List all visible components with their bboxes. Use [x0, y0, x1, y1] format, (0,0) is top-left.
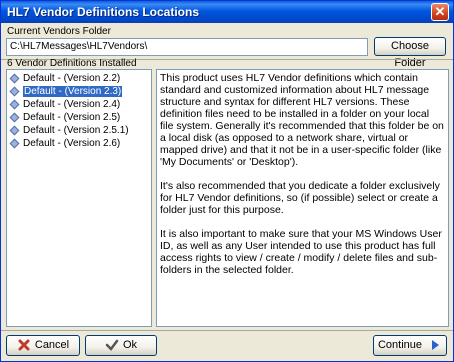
- red-x-icon: [18, 339, 30, 351]
- title-bar: HL7 Vendor Definitions Locations ✕: [1, 1, 453, 23]
- info-paragraph: It is also important to make sure that y…: [160, 228, 442, 276]
- list-item[interactable]: Default - (Version 2.4): [7, 98, 151, 111]
- check-icon: [105, 339, 119, 351]
- list-item[interactable]: Default - (Version 2.3): [7, 85, 151, 98]
- window-title: HL7 Vendor Definitions Locations: [7, 5, 200, 19]
- dialog-window: HL7 Vendor Definitions Locations ✕ Curre…: [0, 0, 454, 362]
- diamond-icon: [9, 138, 20, 149]
- close-icon: ✕: [434, 4, 446, 19]
- diamond-icon: [9, 112, 20, 123]
- folder-path-field[interactable]: C:\HL7Messages\HL7Vendors\: [6, 38, 368, 56]
- blue-arrow-right-icon: [432, 340, 440, 351]
- diamond-icon: [9, 125, 20, 136]
- list-item[interactable]: Default - (Version 2.5): [7, 111, 151, 124]
- info-text-panel: This product uses HL7 Vendor definitions…: [156, 69, 449, 327]
- diamond-icon: [9, 73, 20, 84]
- installed-count-label: 6 Vendor Definitions Installed: [7, 58, 137, 69]
- info-paragraph: This product uses HL7 Vendor definitions…: [160, 72, 444, 168]
- ok-button[interactable]: Ok: [85, 335, 157, 356]
- current-folder-label: Current Vendors Folder: [7, 26, 111, 37]
- close-button[interactable]: ✕: [431, 3, 449, 21]
- ok-label: Ok: [122, 339, 138, 351]
- list-item[interactable]: Default - (Version 2.6): [7, 137, 151, 150]
- list-item[interactable]: Default - (Version 2.2): [7, 72, 151, 85]
- list-item-label: Default - (Version 2.5.1): [23, 125, 129, 136]
- list-item-label: Default - (Version 2.4): [23, 99, 121, 110]
- cancel-button[interactable]: Cancel: [6, 335, 80, 356]
- diamond-icon: [9, 99, 20, 110]
- diamond-icon: [9, 86, 20, 97]
- list-item[interactable]: Default - (Version 2.5.1): [7, 124, 151, 137]
- cancel-label: Cancel: [34, 339, 70, 351]
- list-item-label: Default - (Version 2.5): [23, 112, 121, 123]
- list-item-label: Default - (Version 2.6): [23, 138, 121, 149]
- continue-label: Continue: [377, 339, 423, 351]
- list-item-label: Default - (Version 2.3): [21, 85, 124, 98]
- continue-button[interactable]: Continue: [373, 335, 447, 356]
- list-item-label: Default - (Version 2.2): [23, 73, 121, 84]
- choose-folder-button[interactable]: Choose Folder: [374, 37, 446, 69]
- footer-separator: [1, 330, 453, 331]
- vendor-definitions-list[interactable]: Default - (Version 2.2) Default - (Versio…: [6, 69, 152, 327]
- info-paragraph: It's also recommended that you dedicate …: [160, 180, 440, 216]
